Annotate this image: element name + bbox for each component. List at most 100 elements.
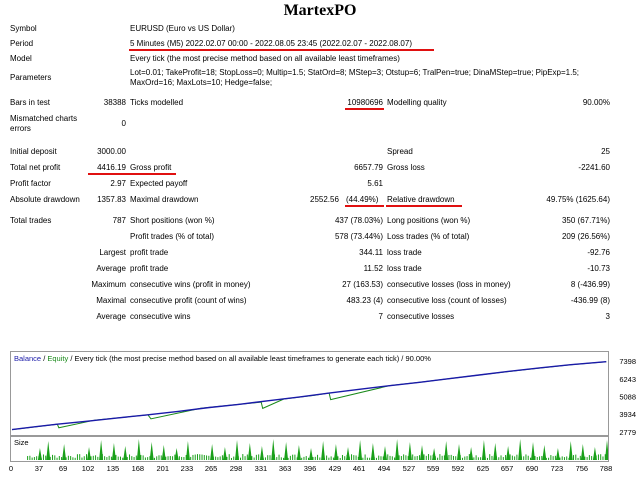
size-peak xyxy=(592,447,597,460)
size-bar xyxy=(29,455,31,460)
size-bar xyxy=(294,454,296,460)
x-axis-ticks: 0 37 69 102 135 168 201 233 265 298 331 363 396 429 46… xyxy=(9,464,612,473)
size-peak xyxy=(136,439,141,460)
size-bar xyxy=(332,457,334,460)
size-bar xyxy=(341,454,343,460)
size-bar xyxy=(240,457,242,460)
size-peak xyxy=(284,442,289,460)
size-bar xyxy=(194,454,196,460)
size-bar xyxy=(305,456,307,460)
size-bar xyxy=(192,454,194,460)
size-bar xyxy=(516,454,518,460)
balance-line xyxy=(11,361,607,431)
x-tick-label: 625 xyxy=(477,464,490,473)
y-tick-label: 3934 xyxy=(619,410,636,419)
size-bar xyxy=(92,455,94,460)
size-bar xyxy=(169,456,171,460)
initial-deposit-label: Initial deposit xyxy=(10,147,57,156)
size-bar xyxy=(362,457,364,460)
size-bar xyxy=(74,457,76,460)
ticks-value: 10980696 xyxy=(347,98,383,107)
expected-payoff-value: 5.61 xyxy=(367,179,383,188)
size-bar xyxy=(79,454,81,460)
size-bar xyxy=(160,455,162,460)
size-peak xyxy=(420,445,425,460)
size-bar xyxy=(278,454,280,460)
symbol-label: Symbol xyxy=(10,24,37,33)
size-peak xyxy=(309,448,314,460)
size-bar xyxy=(283,457,285,460)
size-bar xyxy=(425,455,427,460)
average-consecutive-losses-label: consecutive losses xyxy=(387,312,455,321)
size-bar xyxy=(97,456,99,460)
max-consecutive-wins-value: 27 (163.53) xyxy=(342,280,383,289)
size-bar xyxy=(389,455,391,460)
size-bar xyxy=(437,457,439,460)
size-bar xyxy=(276,457,278,460)
size-bar xyxy=(498,457,500,460)
size-bar xyxy=(480,457,482,460)
size-peak xyxy=(444,441,449,460)
gross-loss-value: -2241.60 xyxy=(578,163,610,172)
size-bar xyxy=(42,454,44,460)
size-bar xyxy=(267,455,269,460)
ticks-label: Ticks modelled xyxy=(130,98,184,107)
size-bar xyxy=(27,456,29,460)
long-positions-label: Long positions (won %) xyxy=(387,216,471,225)
size-bar xyxy=(83,456,85,460)
size-bar xyxy=(106,457,108,460)
x-tick-label: 527 xyxy=(403,464,416,473)
size-bar xyxy=(45,455,47,460)
size-peak xyxy=(395,439,400,460)
size-bar xyxy=(586,457,588,460)
size-bar xyxy=(414,456,416,460)
size-bar xyxy=(221,455,223,460)
size-peak xyxy=(555,448,560,460)
average-profit-value: 11.52 xyxy=(363,264,383,273)
period-underline xyxy=(129,49,434,51)
size-bar xyxy=(439,454,441,460)
size-bar xyxy=(416,456,418,460)
gross-profit-label: Gross profit xyxy=(130,163,172,172)
size-bar xyxy=(206,455,208,460)
size-bar xyxy=(351,454,353,460)
size-bar xyxy=(242,454,244,460)
size-bar xyxy=(147,457,149,460)
size-peak xyxy=(469,447,474,460)
spread-label: Spread xyxy=(387,147,413,156)
size-bar xyxy=(450,454,452,460)
size-bar xyxy=(230,457,232,460)
size-bar xyxy=(430,455,432,460)
size-bar xyxy=(380,456,382,460)
x-tick-label: 168 xyxy=(132,464,145,473)
size-bar xyxy=(61,457,63,460)
initial-deposit-value: 3000.00 xyxy=(97,147,126,156)
size-peak xyxy=(580,444,585,460)
size-bar xyxy=(563,457,565,460)
size-peak xyxy=(46,441,51,460)
parameters-label: Parameters xyxy=(10,73,52,82)
size-bar xyxy=(369,457,371,460)
size-bar xyxy=(491,455,493,460)
modelling-quality-label: Modelling quality xyxy=(387,98,447,107)
size-bar xyxy=(511,455,513,460)
size-bar xyxy=(527,455,529,460)
expected-payoff-label: Expected payoff xyxy=(130,179,188,188)
size-bar xyxy=(131,456,133,460)
size-bar xyxy=(573,455,575,460)
x-tick-label: 135 xyxy=(107,464,120,473)
size-bar xyxy=(575,454,577,460)
size-bar xyxy=(326,455,328,460)
x-tick-label: 592 xyxy=(452,464,465,473)
ticks-underline xyxy=(345,108,384,110)
max-consecutive-wins-label: consecutive wins (profit in money) xyxy=(130,280,251,289)
size-bar xyxy=(319,457,321,460)
size-bar xyxy=(525,454,527,460)
x-tick-label: 233 xyxy=(181,464,194,473)
size-bar xyxy=(58,456,60,460)
size-bar xyxy=(330,456,332,460)
size-bar xyxy=(280,457,282,460)
net-profit-label: Total net profit xyxy=(10,163,61,172)
size-bar xyxy=(600,454,602,460)
y-tick-label: 2779 xyxy=(619,428,636,437)
